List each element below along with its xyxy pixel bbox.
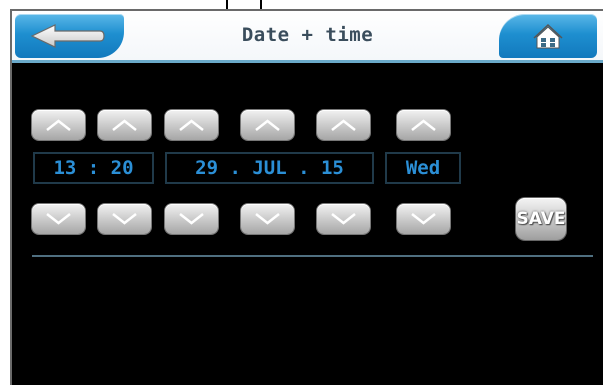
- time-hour-down-button[interactable]: [32, 204, 85, 234]
- chevron-up-icon: [411, 119, 436, 131]
- chevron-down-icon: [46, 213, 71, 225]
- time-minute-down-button[interactable]: [98, 204, 151, 234]
- time-field[interactable]: 13 : 20: [33, 152, 154, 184]
- time-minute-up-button[interactable]: [98, 110, 151, 140]
- chevron-down-icon: [112, 213, 137, 225]
- weekday-up-button[interactable]: [397, 110, 450, 140]
- home-icon: [533, 23, 563, 49]
- chevron-down-icon: [179, 213, 204, 225]
- date-year-down-button[interactable]: [317, 204, 370, 234]
- chevron-up-icon: [331, 119, 356, 131]
- date-month-down-button[interactable]: [241, 204, 294, 234]
- title-bar: Date + time: [12, 11, 603, 60]
- home-button[interactable]: [499, 14, 597, 58]
- weekday-down-button[interactable]: [397, 204, 450, 234]
- chevron-down-icon: [331, 213, 356, 225]
- time-hour-up-button[interactable]: [32, 110, 85, 140]
- date-month-up-button[interactable]: [241, 110, 294, 140]
- date-day-up-button[interactable]: [165, 110, 218, 140]
- save-button[interactable]: SAVE: [516, 198, 566, 240]
- divider: [32, 255, 593, 257]
- screen: Date + time 13: 20 29 . JUL . 15 Wed SA…: [10, 9, 603, 385]
- date-field[interactable]: 29 . JUL . 15: [165, 152, 374, 184]
- chevron-up-icon: [46, 119, 71, 131]
- device-frame: Date + time 13: 20 29 . JUL . 15 Wed SA…: [0, 0, 603, 385]
- date-year-up-button[interactable]: [317, 110, 370, 140]
- date-day-down-button[interactable]: [165, 204, 218, 234]
- chevron-up-icon: [179, 119, 204, 131]
- title-underline: [12, 60, 603, 63]
- chevron-down-icon: [255, 213, 280, 225]
- chevron-down-icon: [411, 213, 436, 225]
- weekday-field[interactable]: Wed: [385, 152, 461, 184]
- chevron-up-icon: [255, 119, 280, 131]
- chevron-up-icon: [112, 119, 137, 131]
